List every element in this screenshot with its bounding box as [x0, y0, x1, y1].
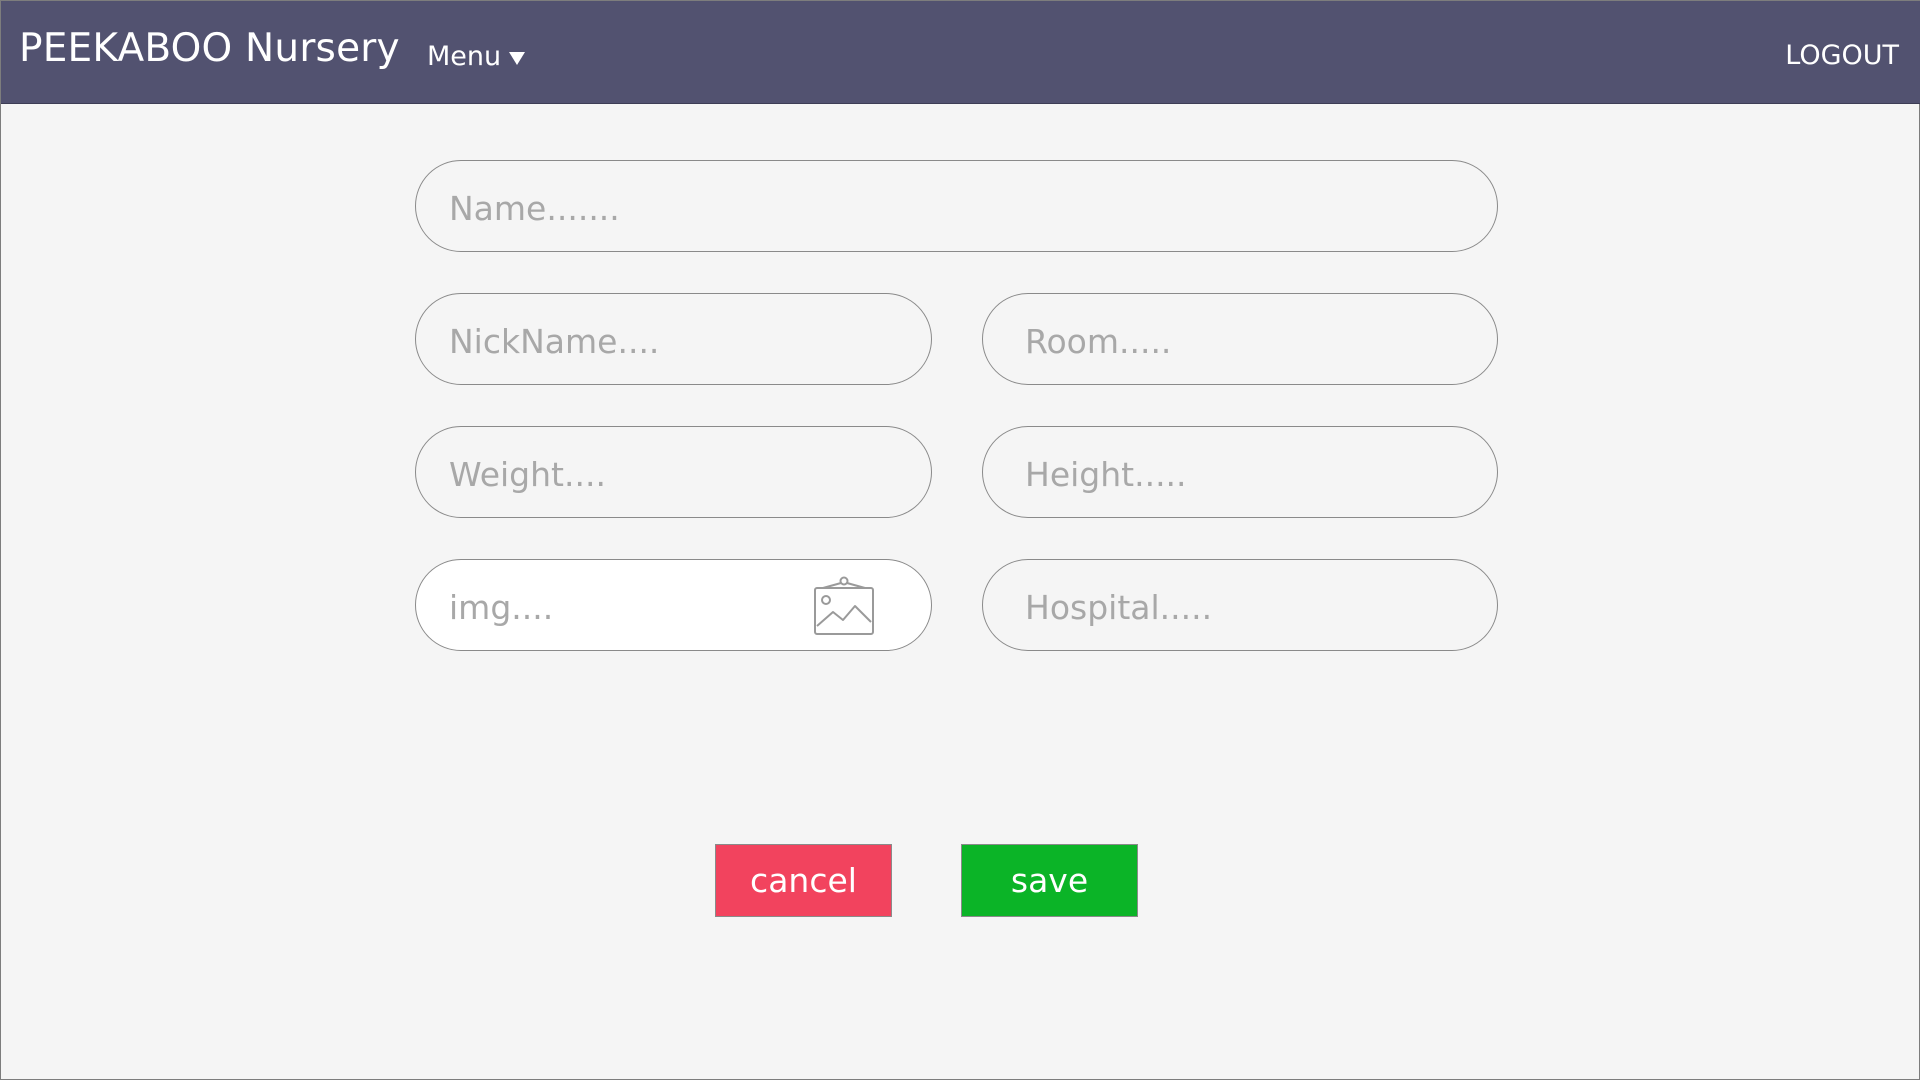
- name-input[interactable]: [449, 161, 1497, 251]
- height-input[interactable]: [1025, 427, 1497, 517]
- img-input[interactable]: [449, 560, 789, 650]
- cancel-button[interactable]: cancel: [715, 844, 892, 917]
- hospital-field-container: [982, 559, 1498, 651]
- save-button[interactable]: save: [961, 844, 1138, 917]
- brand-title: PEEKABOO Nursery: [19, 26, 400, 71]
- height-field-container: [982, 426, 1498, 518]
- room-field-container: [982, 293, 1498, 385]
- weight-input[interactable]: [449, 427, 931, 517]
- weight-field-container: [415, 426, 932, 518]
- name-field-container: [415, 160, 1498, 252]
- menu-label: Menu: [427, 40, 502, 72]
- nickname-input[interactable]: [449, 294, 931, 384]
- logout-link[interactable]: LOGOUT: [1785, 36, 1899, 76]
- image-icon[interactable]: [813, 576, 875, 638]
- room-input[interactable]: [1025, 294, 1497, 384]
- hospital-input[interactable]: [1025, 560, 1497, 650]
- nickname-field-container: [415, 293, 932, 385]
- menu-dropdown[interactable]: Menu: [427, 36, 526, 76]
- app-window: PEEKABOO Nursery Menu LOGOUT ca: [0, 0, 1920, 1080]
- caret-down-icon: [509, 51, 526, 65]
- top-navbar: PEEKABOO Nursery Menu LOGOUT: [1, 1, 1920, 104]
- img-field-container: [415, 559, 932, 651]
